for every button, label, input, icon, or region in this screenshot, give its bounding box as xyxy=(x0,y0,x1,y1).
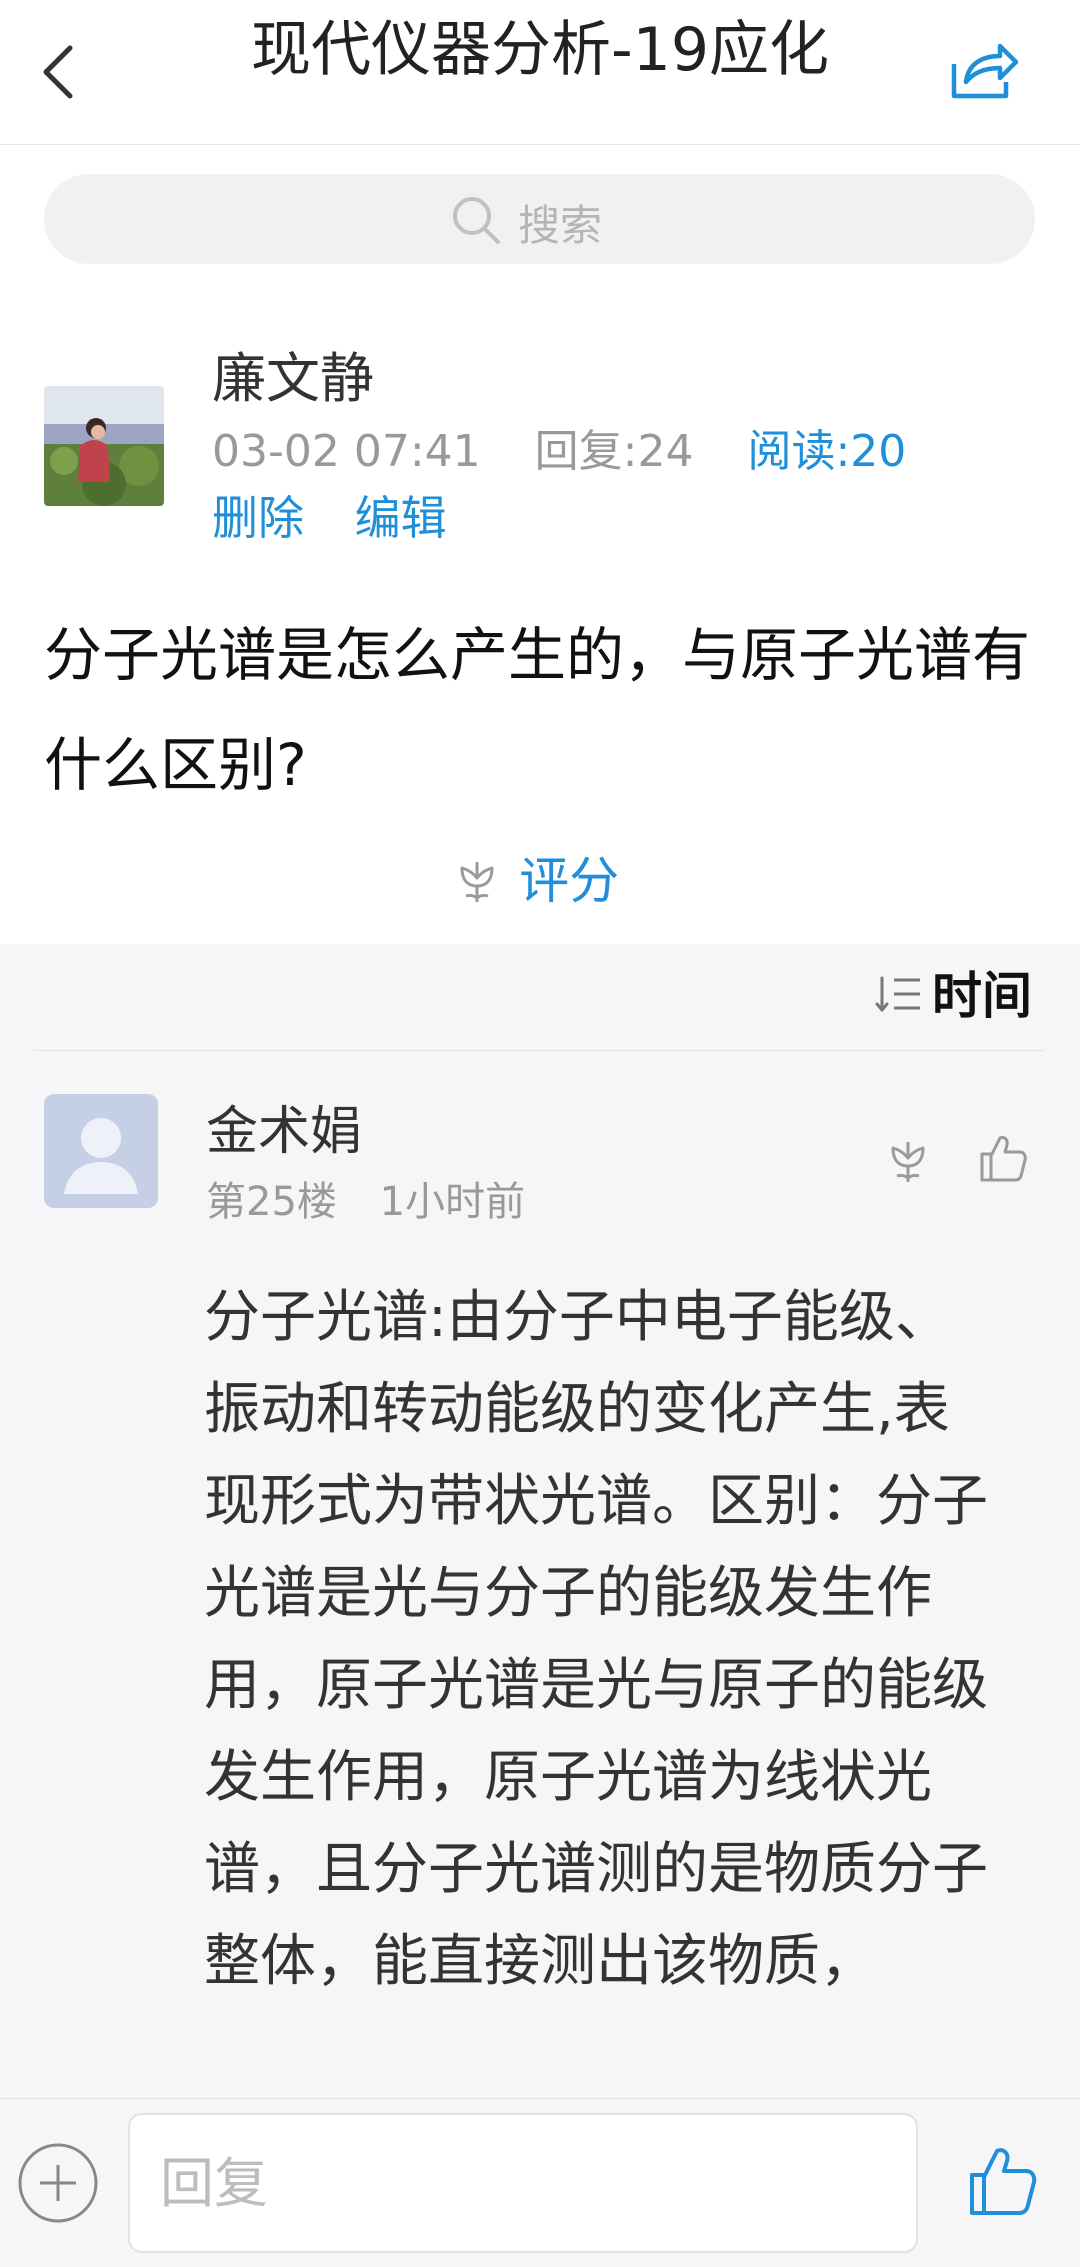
sort-by-time[interactable]: 时间 xyxy=(932,966,1032,1026)
rate-button[interactable]: 评分 xyxy=(454,846,619,916)
share-button[interactable] xyxy=(946,38,1020,104)
reply-content: 分子光谱:由分子中电子能级、振动和转动能级的变化产生,表现形式为带状光谱。区别：… xyxy=(204,1285,988,1994)
thumbs-up-icon[interactable] xyxy=(978,1132,1028,1184)
plus-icon[interactable] xyxy=(16,2141,100,2225)
back-arrow-icon xyxy=(43,45,73,99)
avatar-photo xyxy=(44,386,164,506)
reply-avatar[interactable] xyxy=(44,1094,158,1208)
post-meta: 03-02 07:41 回复:24 阅读:20 xyxy=(212,420,946,484)
read-count: 阅读:20 xyxy=(747,426,907,477)
post-actions: 删除 编辑 xyxy=(212,486,483,550)
replies-section: 时间 金术娟 第25楼 1小时前 分子光谱:由分子中电子能级、振动和转动能级的变… xyxy=(0,944,1080,2098)
rate-label: 评分 xyxy=(519,852,620,910)
sort-icon[interactable] xyxy=(874,972,924,1016)
reply-count: 回复:24 xyxy=(534,426,694,477)
page-title: 现代仪器分析-19应化 xyxy=(251,15,829,85)
bottom-input-bar: 回复 xyxy=(0,2098,1080,2267)
thumbs-up-icon[interactable] xyxy=(966,2143,1038,2219)
search-bar[interactable]: 搜索 xyxy=(44,174,1035,264)
flower-icon xyxy=(460,862,494,902)
reply-input-placeholder: 回复 xyxy=(160,2152,268,2215)
delete-button[interactable]: 删除 xyxy=(212,491,304,545)
reply-meta: 第25楼 1小时前 xyxy=(206,1174,555,1230)
back-button[interactable] xyxy=(30,34,90,106)
reply-floor: 第25楼 xyxy=(206,1179,337,1225)
reply-input[interactable]: 回复 xyxy=(128,2113,918,2253)
user-placeholder-icon xyxy=(64,1118,138,1194)
reply-time: 1小时前 xyxy=(379,1179,526,1225)
author-avatar[interactable] xyxy=(44,386,164,506)
reply-author[interactable]: 金术娟 xyxy=(206,1100,362,1164)
search-icon xyxy=(453,197,500,244)
post-datetime: 03-02 07:41 xyxy=(212,426,481,477)
edit-button[interactable]: 编辑 xyxy=(355,491,447,545)
flower-icon[interactable] xyxy=(884,1136,932,1186)
top-bar: 现代仪器分析-19应化 xyxy=(0,0,1080,145)
search-placeholder: 搜索 xyxy=(518,201,603,250)
sort-bar: 时间 xyxy=(34,944,1044,1051)
share-icon xyxy=(951,43,1019,99)
post-content: 分子光谱是怎么产生的，与原子光谱有什么区别? xyxy=(44,621,1031,799)
author-name[interactable]: 廉文静 xyxy=(212,344,374,414)
